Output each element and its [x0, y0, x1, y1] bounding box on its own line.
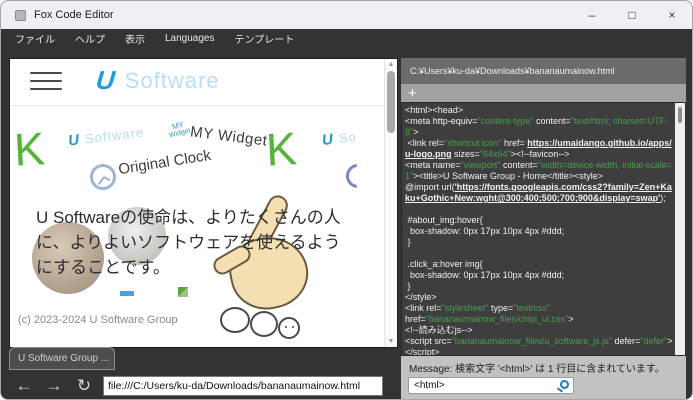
- mission-statement: U Softwareの使命は、よりたくさんの人に、よりよいソフトウェアを使えるよ…: [36, 208, 341, 277]
- new-tab-button[interactable]: +: [401, 86, 424, 101]
- menu-languages[interactable]: Languages: [155, 29, 225, 47]
- u-software-logo[interactable]: U Software: [67, 123, 145, 149]
- back-button[interactable]: ←: [9, 376, 39, 396]
- search-input[interactable]: [408, 377, 574, 394]
- clock-icon[interactable]: [90, 164, 116, 190]
- preview-scrollbar[interactable]: ▲ ▼: [384, 59, 397, 347]
- maximize-button[interactable]: □: [612, 1, 652, 29]
- u-logo-icon: U: [94, 65, 117, 95]
- search-panel: Message: 検索文字 '<html>' は 1 行目に含まれています。: [401, 356, 686, 399]
- scrollbar-thumb[interactable]: [678, 107, 682, 123]
- browser-nav-bar: ← → ↻: [9, 373, 398, 399]
- main-content: U Software K U Software MY Widget MY Wid…: [1, 47, 692, 399]
- menu-help[interactable]: ヘルプ: [65, 29, 115, 47]
- editor-scrollbar[interactable]: [675, 103, 685, 355]
- menu-bar: ファイル ヘルプ 表示 Languages テンプレート: [1, 29, 692, 47]
- copyright-text: (c) 2023-2024 U Software Group: [18, 314, 178, 326]
- site-logo[interactable]: U Software: [94, 65, 220, 96]
- search-result-message: Message: 検索文字 '<html>' は 1 行目に含まれています。: [409, 364, 665, 375]
- menu-template[interactable]: テンプレート: [225, 29, 305, 47]
- my-widget-logo-small[interactable]: MY Widget: [167, 120, 191, 140]
- web-preview-pane: U Software K U Software MY Widget MY Wid…: [9, 58, 398, 348]
- code-editor-pane: C:¥Users¥ku-da¥Downloads¥bananaumainow.h…: [401, 58, 686, 399]
- hamburger-menu-icon[interactable]: [30, 72, 62, 90]
- scrollbar-thumb[interactable]: [387, 71, 395, 133]
- forward-button[interactable]: →: [39, 376, 69, 396]
- menu-file[interactable]: ファイル: [1, 29, 65, 47]
- app-window: Fox Code Editor – □ × ファイル ヘルプ 表示 Langua…: [0, 0, 693, 400]
- k-logo-image[interactable]: K: [265, 121, 298, 177]
- menu-view[interactable]: 表示: [115, 29, 155, 47]
- window-title: Fox Code Editor: [34, 9, 114, 21]
- url-input[interactable]: [103, 376, 383, 396]
- reload-button[interactable]: ↻: [69, 376, 99, 396]
- tab-bar: +: [401, 84, 686, 102]
- window-controls: – □ ×: [572, 1, 692, 29]
- web-preview-page: U Software K U Software MY Widget MY Wid…: [10, 59, 384, 347]
- minimize-button[interactable]: –: [572, 1, 612, 29]
- code-content[interactable]: <html><head> <meta http-equiv="content-ty…: [405, 105, 673, 355]
- u-logo-icon: U: [321, 130, 334, 150]
- title-bar: Fox Code Editor – □ ×: [1, 1, 692, 29]
- close-button[interactable]: ×: [652, 1, 692, 29]
- file-path-tab[interactable]: C:¥Users¥ku-da¥Downloads¥bananaumainow.h…: [401, 58, 686, 84]
- clock-icon-partial: [346, 164, 357, 188]
- u-logo-icon: U: [67, 131, 81, 150]
- site-logo-text: Software: [124, 67, 220, 93]
- u-software-logo-partial[interactable]: U So: [321, 128, 358, 149]
- search-icon[interactable]: [560, 380, 569, 389]
- code-editor[interactable]: <html><head> <meta http-equiv="content-ty…: [401, 102, 686, 356]
- search-row: [408, 377, 574, 394]
- thumbnail-image: [120, 291, 134, 296]
- page-title-badge: U Software Group ...: [9, 347, 115, 370]
- u-software-label-partial: So: [337, 128, 358, 147]
- app-icon: [15, 9, 26, 21]
- site-header: U Software: [10, 59, 384, 104]
- u-software-label: Software: [84, 124, 145, 147]
- k-logo-image[interactable]: K: [13, 121, 46, 177]
- original-clock-label[interactable]: Original Clock: [117, 147, 212, 178]
- scroll-up-icon[interactable]: ▲: [385, 61, 397, 68]
- thumbnail-image: [178, 287, 188, 297]
- scroll-down-icon[interactable]: ▼: [385, 338, 397, 345]
- my-widget-label[interactable]: MY Widget: [189, 123, 268, 149]
